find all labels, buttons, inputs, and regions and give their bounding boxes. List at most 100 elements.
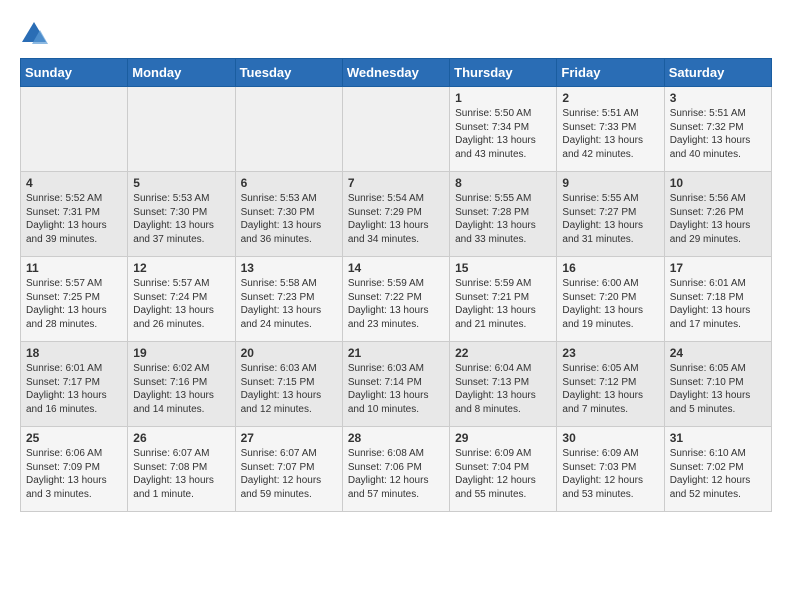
calendar-cell: 12Sunrise: 5:57 AM Sunset: 7:24 PM Dayli… <box>128 257 235 342</box>
calendar-body: 1 Sunrise: 5:50 AM Sunset: 7:34 PM Daylig… <box>21 87 772 512</box>
calendar-week-row: 18 Sunrise: 6:01 AM Sunset: 7:17 PM Dayli… <box>21 342 772 427</box>
cell-content: Sunrise: 5:55 AM Sunset: 7:27 PM Dayligh… <box>562 192 658 246</box>
weekday-header-thursday: Thursday <box>450 59 557 87</box>
day-number: 20 <box>241 346 337 360</box>
day-number: 11 <box>26 261 122 275</box>
day-number: 31 <box>670 431 766 445</box>
cell-content: Sunrise: 6:01 AM Sunset: 7:18 PM Dayligh… <box>670 277 766 331</box>
day-number: 13 <box>241 261 337 275</box>
day-number: 9 <box>562 176 658 190</box>
cell-content: Sunrise: 6:07 AM Sunset: 7:08 PM Dayligh… <box>133 447 229 501</box>
calendar-cell: 27 Sunrise: 6:07 AM Sunset: 7:07 PM Dayli… <box>235 427 342 512</box>
calendar-cell <box>342 87 449 172</box>
cell-content: Sunrise: 6:09 AM Sunset: 7:03 PM Dayligh… <box>562 447 658 501</box>
calendar-cell: 17Sunrise: 6:01 AM Sunset: 7:18 PM Dayli… <box>664 257 771 342</box>
calendar-cell: 7 Sunrise: 5:54 AM Sunset: 7:29 PM Daylig… <box>342 172 449 257</box>
day-number: 15 <box>455 261 551 275</box>
cell-content: Sunrise: 6:02 AM Sunset: 7:16 PM Dayligh… <box>133 362 229 416</box>
day-number: 3 <box>670 91 766 105</box>
header <box>20 20 772 48</box>
day-number: 1 <box>455 91 551 105</box>
calendar-cell: 1 Sunrise: 5:50 AM Sunset: 7:34 PM Daylig… <box>450 87 557 172</box>
calendar-cell: 31 Sunrise: 6:10 AM Sunset: 7:02 PM Dayli… <box>664 427 771 512</box>
cell-content: Sunrise: 5:58 AM Sunset: 7:23 PM Dayligh… <box>241 277 337 331</box>
day-number: 18 <box>26 346 122 360</box>
weekday-header-row: SundayMondayTuesdayWednesdayThursdayFrid… <box>21 59 772 87</box>
calendar-cell: 23 Sunrise: 6:05 AM Sunset: 7:12 PM Dayli… <box>557 342 664 427</box>
cell-content: Sunrise: 5:51 AM Sunset: 7:33 PM Dayligh… <box>562 107 658 161</box>
calendar-cell: 2 Sunrise: 5:51 AM Sunset: 7:33 PM Daylig… <box>557 87 664 172</box>
cell-content: Sunrise: 6:03 AM Sunset: 7:14 PM Dayligh… <box>348 362 444 416</box>
calendar-cell: 4 Sunrise: 5:52 AM Sunset: 7:31 PM Daylig… <box>21 172 128 257</box>
calendar-cell: 19 Sunrise: 6:02 AM Sunset: 7:16 PM Dayli… <box>128 342 235 427</box>
calendar-cell: 5Sunrise: 5:53 AM Sunset: 7:30 PM Daylig… <box>128 172 235 257</box>
calendar-week-row: 11 Sunrise: 5:57 AM Sunset: 7:25 PM Dayli… <box>21 257 772 342</box>
cell-content: Sunrise: 6:09 AM Sunset: 7:04 PM Dayligh… <box>455 447 551 501</box>
cell-content: Sunrise: 6:08 AM Sunset: 7:06 PM Dayligh… <box>348 447 444 501</box>
cell-content: Sunrise: 6:07 AM Sunset: 7:07 PM Dayligh… <box>241 447 337 501</box>
cell-content: Sunrise: 5:57 AM Sunset: 7:25 PM Dayligh… <box>26 277 122 331</box>
calendar-week-row: 4 Sunrise: 5:52 AM Sunset: 7:31 PM Daylig… <box>21 172 772 257</box>
day-number: 7 <box>348 176 444 190</box>
calendar-cell: 10 Sunrise: 5:56 AM Sunset: 7:26 PM Dayli… <box>664 172 771 257</box>
calendar-cell: 25Sunrise: 6:06 AM Sunset: 7:09 PM Dayli… <box>21 427 128 512</box>
calendar-cell: 15 Sunrise: 5:59 AM Sunset: 7:21 PM Dayli… <box>450 257 557 342</box>
cell-content: Sunrise: 5:54 AM Sunset: 7:29 PM Dayligh… <box>348 192 444 246</box>
day-number: 10 <box>670 176 766 190</box>
cell-content: Sunrise: 5:57 AM Sunset: 7:24 PM Dayligh… <box>133 277 229 331</box>
calendar-cell: 24 Sunrise: 6:05 AM Sunset: 7:10 PM Dayli… <box>664 342 771 427</box>
cell-content: Sunrise: 6:05 AM Sunset: 7:12 PM Dayligh… <box>562 362 658 416</box>
day-number: 16 <box>562 261 658 275</box>
weekday-header-monday: Monday <box>128 59 235 87</box>
cell-content: Sunrise: 5:53 AM Sunset: 7:30 PM Dayligh… <box>241 192 337 246</box>
cell-content: Sunrise: 5:51 AM Sunset: 7:32 PM Dayligh… <box>670 107 766 161</box>
cell-content: Sunrise: 5:56 AM Sunset: 7:26 PM Dayligh… <box>670 192 766 246</box>
day-number: 26 <box>133 431 229 445</box>
calendar-cell: 20 Sunrise: 6:03 AM Sunset: 7:15 PM Dayli… <box>235 342 342 427</box>
cell-content: Sunrise: 6:01 AM Sunset: 7:17 PM Dayligh… <box>26 362 122 416</box>
weekday-header-saturday: Saturday <box>664 59 771 87</box>
calendar-cell: 22Sunrise: 6:04 AM Sunset: 7:13 PM Dayli… <box>450 342 557 427</box>
cell-content: Sunrise: 6:05 AM Sunset: 7:10 PM Dayligh… <box>670 362 766 416</box>
calendar-cell: 9 Sunrise: 5:55 AM Sunset: 7:27 PM Daylig… <box>557 172 664 257</box>
cell-content: Sunrise: 6:06 AM Sunset: 7:09 PM Dayligh… <box>26 447 122 501</box>
calendar-cell: 26 Sunrise: 6:07 AM Sunset: 7:08 PM Dayli… <box>128 427 235 512</box>
day-number: 19 <box>133 346 229 360</box>
day-number: 24 <box>670 346 766 360</box>
calendar-cell: 16Sunrise: 6:00 AM Sunset: 7:20 PM Dayli… <box>557 257 664 342</box>
day-number: 8 <box>455 176 551 190</box>
calendar-cell: 3 Sunrise: 5:51 AM Sunset: 7:32 PM Daylig… <box>664 87 771 172</box>
day-number: 23 <box>562 346 658 360</box>
day-number: 2 <box>562 91 658 105</box>
day-number: 4 <box>26 176 122 190</box>
cell-content: Sunrise: 6:10 AM Sunset: 7:02 PM Dayligh… <box>670 447 766 501</box>
day-number: 28 <box>348 431 444 445</box>
cell-content: Sunrise: 5:55 AM Sunset: 7:28 PM Dayligh… <box>455 192 551 246</box>
weekday-header-tuesday: Tuesday <box>235 59 342 87</box>
day-number: 14 <box>348 261 444 275</box>
calendar-cell: 14 Sunrise: 5:59 AM Sunset: 7:22 PM Dayli… <box>342 257 449 342</box>
cell-content: Sunrise: 5:50 AM Sunset: 7:34 PM Dayligh… <box>455 107 551 161</box>
calendar-cell: 13 Sunrise: 5:58 AM Sunset: 7:23 PM Dayli… <box>235 257 342 342</box>
calendar-week-row: 25Sunrise: 6:06 AM Sunset: 7:09 PM Dayli… <box>21 427 772 512</box>
weekday-header-wednesday: Wednesday <box>342 59 449 87</box>
calendar-cell: 30Sunrise: 6:09 AM Sunset: 7:03 PM Dayli… <box>557 427 664 512</box>
calendar-week-row: 1 Sunrise: 5:50 AM Sunset: 7:34 PM Daylig… <box>21 87 772 172</box>
cell-content: Sunrise: 5:59 AM Sunset: 7:22 PM Dayligh… <box>348 277 444 331</box>
calendar-cell: 11 Sunrise: 5:57 AM Sunset: 7:25 PM Dayli… <box>21 257 128 342</box>
calendar-header: SundayMondayTuesdayWednesdayThursdayFrid… <box>21 59 772 87</box>
cell-content: Sunrise: 5:59 AM Sunset: 7:21 PM Dayligh… <box>455 277 551 331</box>
cell-content: Sunrise: 5:53 AM Sunset: 7:30 PM Dayligh… <box>133 192 229 246</box>
calendar-table: SundayMondayTuesdayWednesdayThursdayFrid… <box>20 58 772 512</box>
cell-content: Sunrise: 6:04 AM Sunset: 7:13 PM Dayligh… <box>455 362 551 416</box>
cell-content: Sunrise: 6:03 AM Sunset: 7:15 PM Dayligh… <box>241 362 337 416</box>
calendar-cell <box>21 87 128 172</box>
calendar-cell <box>235 87 342 172</box>
calendar-cell: 18 Sunrise: 6:01 AM Sunset: 7:17 PM Dayli… <box>21 342 128 427</box>
weekday-header-friday: Friday <box>557 59 664 87</box>
day-number: 6 <box>241 176 337 190</box>
calendar-cell: 28 Sunrise: 6:08 AM Sunset: 7:06 PM Dayli… <box>342 427 449 512</box>
cell-content: Sunrise: 5:52 AM Sunset: 7:31 PM Dayligh… <box>26 192 122 246</box>
day-number: 27 <box>241 431 337 445</box>
logo-icon <box>20 20 48 48</box>
